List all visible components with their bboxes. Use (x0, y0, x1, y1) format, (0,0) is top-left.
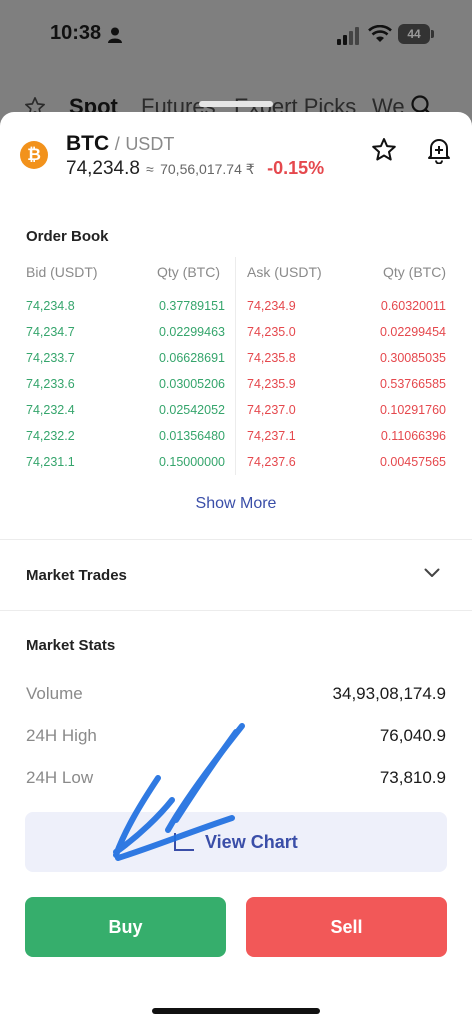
order-book-row[interactable]: 74,234.8 0.37789151 74,234.9 0.60320011 (0, 299, 472, 319)
coin-detail-sheet: ₿ BTC / USDT 74,234.8 ≈ 70,56,017.74 ₹ -0… (0, 112, 472, 1024)
bid-price: 74,232.2 (26, 429, 75, 443)
battery-icon: 44 (398, 24, 434, 44)
bid-qty: 0.37789151 (158, 299, 225, 313)
bid-header: Bid (USDT) (26, 264, 98, 280)
bid-price: 74,232.4 (26, 403, 75, 417)
status-time: 10:38 (50, 22, 102, 44)
bid-price: 74,234.8 (26, 299, 75, 313)
order-book-row[interactable]: 74,233.7 0.06628691 74,235.8 0.30085035 (0, 351, 472, 371)
bid-qty: 0.01356480 (158, 429, 225, 443)
view-chart-label: View Chart (205, 832, 298, 852)
chevron-down-icon (424, 568, 440, 577)
ask-qty: 0.10291760 (379, 403, 446, 417)
order-book-row[interactable]: 74,233.6 0.03005206 74,235.9 0.53766585 (0, 377, 472, 397)
favorite-star-icon[interactable] (371, 137, 397, 163)
pair-separator: / (114, 134, 120, 154)
order-book-row[interactable]: 74,234.7 0.02299463 74,235.0 0.02299454 (0, 325, 472, 345)
last-price: 74,234.8 (66, 158, 140, 179)
bid-qty-header: Qty (BTC) (157, 264, 220, 280)
bid-price: 74,233.7 (26, 351, 75, 365)
ask-price: 74,234.9 (247, 299, 296, 313)
stat-value-24h-high: 76,040.9 (379, 726, 446, 745)
battery-level: 44 (398, 24, 430, 44)
ask-qty: 0.60320011 (380, 299, 446, 313)
order-book-row[interactable]: 74,232.2 0.01356480 74,237.1 0.11066396 (0, 429, 472, 449)
ask-price: 74,235.8 (247, 351, 296, 365)
status-bar: 10:38 44 (0, 0, 472, 70)
bid-price: 74,233.6 (26, 377, 75, 391)
pair-base: BTC (66, 132, 110, 155)
ask-price: 74,237.1 (247, 429, 296, 443)
market-stats-title: Market Stats (26, 637, 116, 654)
stat-label-24h-high: 24H High (26, 726, 97, 745)
chart-icon (174, 833, 194, 851)
ask-qty: 0.53766585 (379, 377, 446, 391)
bitcoin-icon: ₿ (20, 141, 48, 169)
ask-price: 74,235.9 (247, 377, 296, 391)
bid-qty: 0.02542052 (158, 403, 225, 417)
wifi-icon (368, 25, 392, 42)
divider (0, 610, 472, 611)
ask-header: Ask (USDT) (247, 264, 322, 280)
view-chart-button[interactable]: View Chart (25, 812, 447, 872)
price-alert-bell-icon[interactable] (426, 136, 452, 164)
approx-symbol: ≈ (145, 161, 154, 177)
stat-label-volume: Volume (26, 684, 83, 703)
price-inr: 70,56,017.74 ₹ (160, 161, 255, 177)
bid-qty: 0.06628691 (158, 351, 225, 365)
stat-value-24h-low: 73,810.9 (379, 768, 446, 787)
bid-qty: 0.03005206 (158, 377, 225, 391)
market-trades-title: Market Trades (26, 567, 127, 584)
price-change: -0.15% (267, 158, 325, 178)
pair-title: BTC / USDT (66, 132, 174, 156)
order-book-row[interactable]: 74,231.1 0.15000000 74,237.6 0.00457565 (0, 455, 472, 475)
stat-value-volume: 34,93,08,174.9 (332, 684, 446, 703)
sell-button[interactable]: Sell (246, 897, 447, 957)
stat-label-24h-low: 24H Low (26, 768, 94, 787)
bid-qty: 0.02299463 (158, 325, 225, 339)
buy-button[interactable]: Buy (25, 897, 226, 957)
signal-icon (337, 27, 359, 45)
person-icon (108, 27, 122, 43)
sheet-grabber[interactable] (199, 101, 273, 107)
pair-quote: USDT (125, 134, 175, 154)
ask-price: 74,235.0 (247, 325, 296, 339)
home-indicator (152, 1008, 320, 1014)
ask-qty: 0.11066396 (380, 429, 446, 443)
show-more-link[interactable]: Show More (0, 495, 472, 513)
bid-price: 74,231.1 (26, 455, 75, 469)
bid-price: 74,234.7 (26, 325, 75, 339)
order-book-row[interactable]: 74,232.4 0.02542052 74,237.0 0.10291760 (0, 403, 472, 423)
ask-qty-header: Qty (BTC) (383, 264, 446, 280)
bid-qty: 0.15000000 (158, 455, 225, 469)
order-book-title: Order Book (26, 228, 109, 245)
ask-price: 74,237.0 (247, 403, 296, 417)
ask-qty: 0.00457565 (379, 455, 446, 469)
ask-qty: 0.30085035 (379, 351, 446, 365)
market-trades-toggle[interactable]: Market Trades (0, 540, 472, 610)
ask-price: 74,237.6 (247, 455, 296, 469)
price-row: 74,234.8 ≈ 70,56,017.74 ₹ -0.15% (66, 158, 324, 180)
ask-qty: 0.02299454 (379, 325, 446, 339)
